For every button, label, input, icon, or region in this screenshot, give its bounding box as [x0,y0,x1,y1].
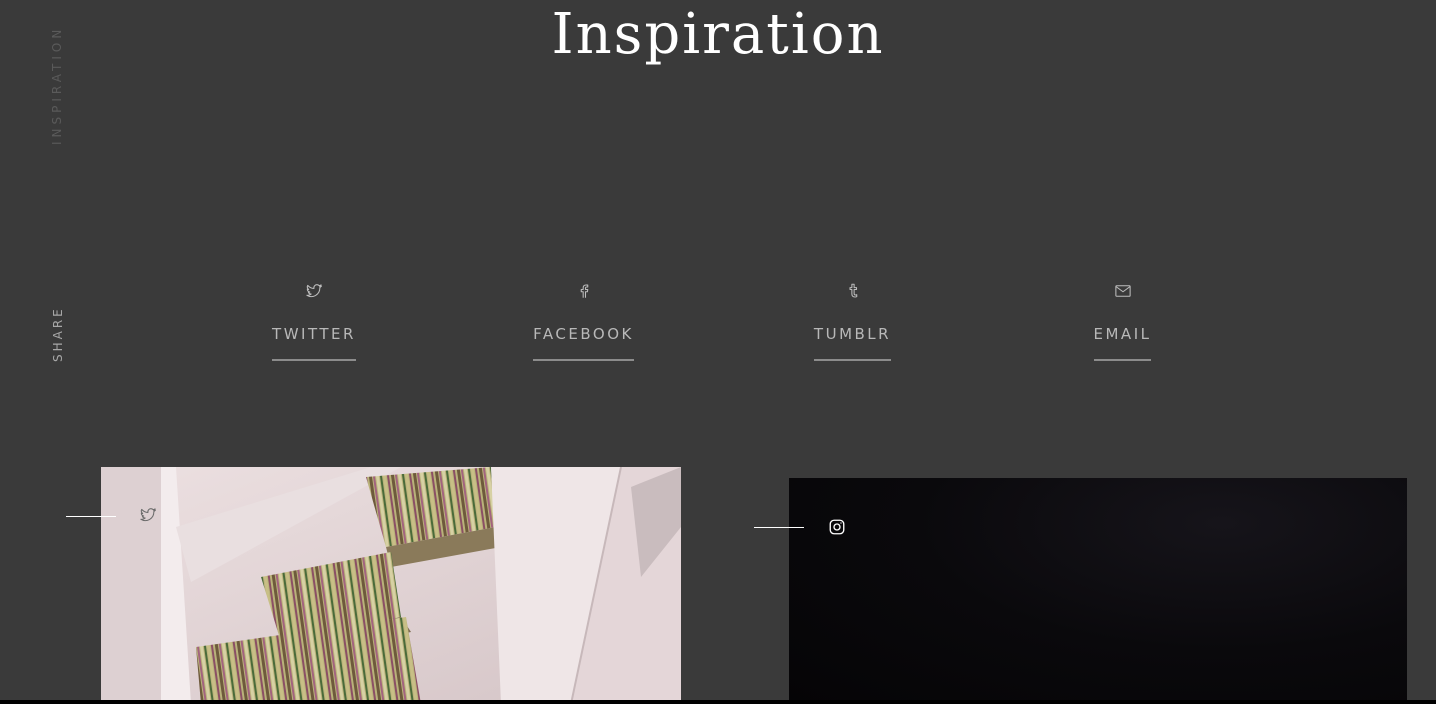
share-email-label: EMAIL [1093,325,1152,361]
share-tumblr-label: TUMBLR [813,325,892,361]
envelope-icon [1114,282,1132,300]
twitter-icon [305,282,323,300]
bottom-edge [0,700,1436,704]
stair-carpet-photo [101,467,681,704]
page: INSPIRATION SHARE Inspiration TWITTER FA… [0,0,1436,704]
page-title: Inspiration [551,2,885,67]
post-image-dark-photo[interactable] [789,478,1407,704]
share-twitter-link[interactable]: TWITTER [272,282,356,361]
post-divider-line [754,527,804,528]
share-tumblr-link[interactable]: TUMBLR [813,282,892,361]
facebook-icon [575,282,593,300]
twitter-icon[interactable] [139,506,157,524]
share-email-link[interactable]: EMAIL [1092,282,1153,361]
post-image-stair-carpet[interactable] [101,467,681,704]
side-share-label: SHARE [51,306,65,362]
post-divider-line [66,516,116,517]
instagram-icon[interactable] [828,518,846,536]
share-facebook-link[interactable]: FACEBOOK [531,282,636,361]
share-twitter-label: TWITTER [272,325,356,361]
tumblr-icon [844,282,862,300]
share-facebook-label: FACEBOOK [533,325,634,361]
